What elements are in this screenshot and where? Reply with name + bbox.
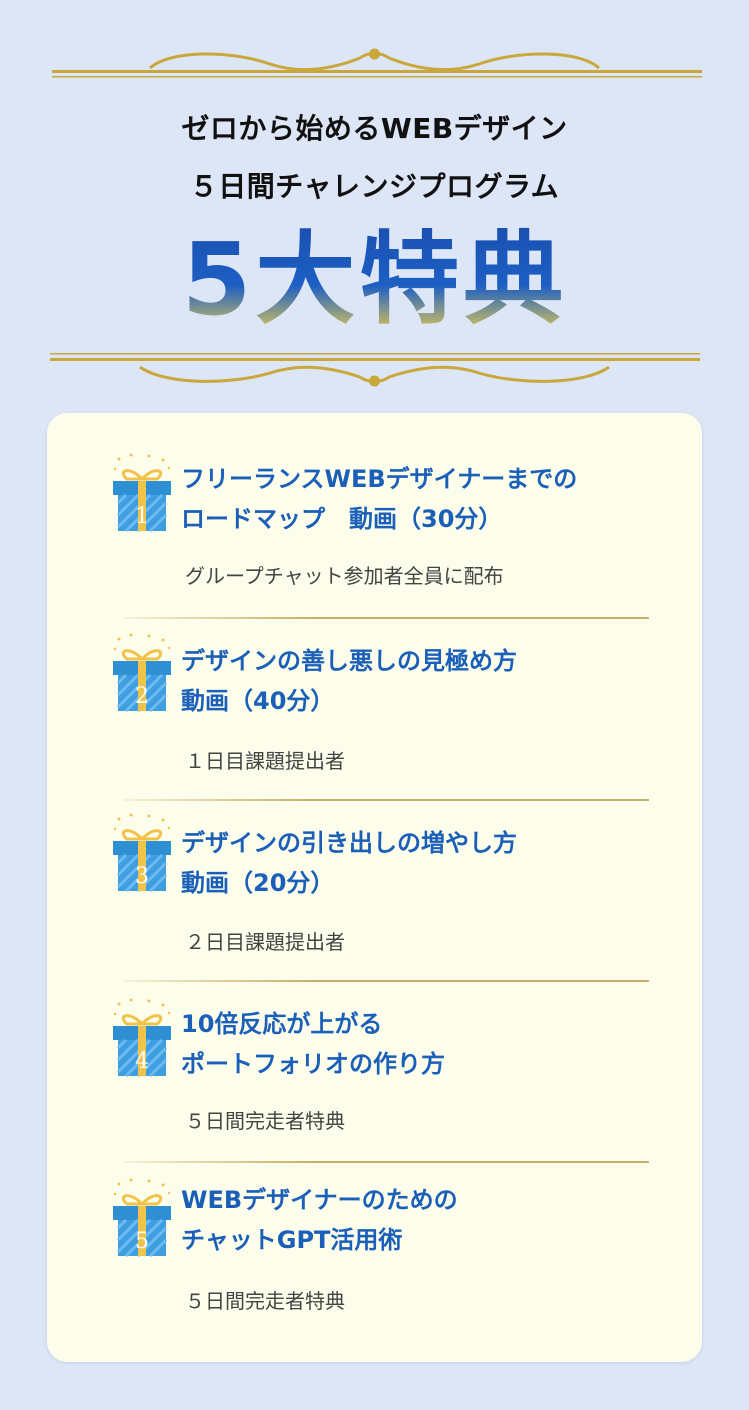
benefit-title: フリーランスWEBデザイナーまでの ロードマップ 動画（30分） bbox=[181, 465, 578, 533]
svg-text:1: 1 bbox=[135, 504, 149, 529]
benefits-card: 1 フリーランスWEBデザイナーまでの ロードマップ 動画（30分） グループチ… bbox=[47, 413, 702, 1362]
benefit-title: 10倍反応が上がる ポートフォリオの作り方 bbox=[181, 1010, 445, 1078]
benefit-condition: １日目課題提出者 bbox=[185, 749, 345, 773]
subtitle-line-1: ゼロから始めるWEBデザイン bbox=[181, 112, 568, 145]
gift-box-icon: 4 bbox=[113, 998, 171, 1078]
svg-text:4: 4 bbox=[135, 1049, 149, 1074]
gift-box-icon: 3 bbox=[113, 813, 171, 893]
benefit-condition: ５日間完走者特典 bbox=[185, 1289, 345, 1313]
benefit-title: デザインの善し悪しの見極め方 動画（40分） bbox=[181, 647, 517, 715]
benefit-title: デザインの引き出しの増やし方 動画（20分） bbox=[181, 829, 517, 897]
benefit-condition: ２日目課題提出者 bbox=[185, 930, 345, 954]
gift-box-icon: 2 bbox=[113, 633, 171, 713]
benefit-condition: ５日間完走者特典 bbox=[185, 1109, 345, 1133]
svg-text:3: 3 bbox=[135, 864, 149, 889]
header: ゼロから始めるWEBデザイン ５日間チャレンジプログラム 5大特典 bbox=[0, 100, 749, 338]
svg-text:5: 5 bbox=[135, 1229, 149, 1254]
gold-ornament-top bbox=[52, 48, 702, 78]
divider bbox=[124, 617, 649, 619]
svg-text:2: 2 bbox=[135, 684, 149, 709]
gold-ornament-bottom bbox=[50, 353, 700, 387]
gift-box-icon: 1 bbox=[113, 453, 171, 533]
divider bbox=[124, 1161, 649, 1163]
benefit-condition: グループチャット参加者全員に配布 bbox=[185, 564, 504, 588]
hero-title: 5大特典 bbox=[182, 221, 568, 338]
subtitle-line-2: ５日間チャレンジプログラム bbox=[189, 170, 560, 203]
benefit-title: WEBデザイナーのための チャットGPT活用術 bbox=[181, 1186, 458, 1254]
svg-text:5大特典: 5大特典 bbox=[182, 222, 568, 332]
divider bbox=[124, 980, 649, 982]
gift-box-icon: 5 bbox=[113, 1178, 171, 1258]
divider bbox=[124, 799, 649, 801]
